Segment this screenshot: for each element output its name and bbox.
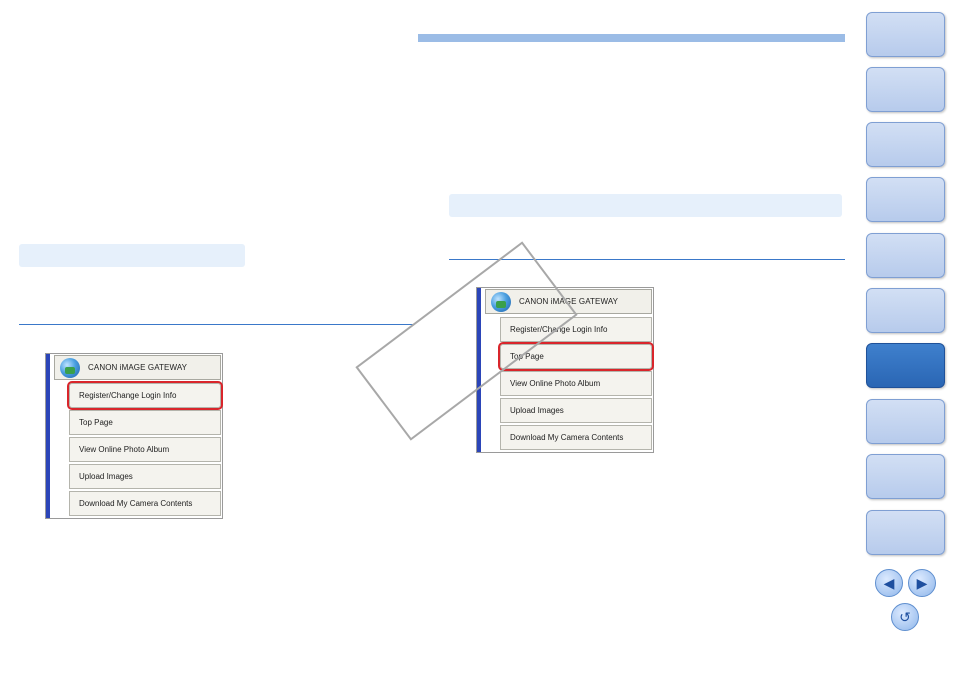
- panel-accent: [46, 354, 50, 518]
- prev-page-button[interactable]: ◀: [875, 569, 903, 597]
- right-arrow-icon: ▶: [916, 574, 928, 591]
- menu-item-upload[interactable]: Upload Images: [500, 398, 652, 423]
- menu-item-view-album[interactable]: View Online Photo Album: [69, 437, 221, 462]
- menu-header-label: CANON iMAGE GATEWAY: [88, 363, 188, 372]
- sidebar-button-2[interactable]: [866, 67, 945, 112]
- sidebar-button-3[interactable]: [866, 122, 945, 167]
- sidebar-button-9[interactable]: [866, 454, 945, 499]
- menu-item-download[interactable]: Download My Camera Contents: [69, 491, 221, 516]
- sidebar-button-4[interactable]: [866, 177, 945, 222]
- left-highlight-bar: [19, 244, 245, 267]
- right-highlight-bar: [449, 194, 842, 217]
- left-arrow-icon: ◀: [883, 574, 895, 591]
- next-page-button[interactable]: ▶: [908, 569, 936, 597]
- sidebar-button-10[interactable]: [866, 510, 945, 555]
- menu-header: CANON iMAGE GATEWAY: [54, 355, 221, 380]
- menu-item-upload[interactable]: Upload Images: [69, 464, 221, 489]
- menu-item-download[interactable]: Download My Camera Contents: [500, 425, 652, 450]
- return-button[interactable]: ↺: [891, 603, 919, 631]
- sidebar-button-1[interactable]: [866, 12, 945, 57]
- menu-item-register[interactable]: Register/Change Login Info: [67, 381, 223, 410]
- menu-item-top-page[interactable]: Top Page: [69, 410, 221, 435]
- menu-item-view-album[interactable]: View Online Photo Album: [500, 371, 652, 396]
- left-menu-screenshot: CANON iMAGE GATEWAY Register/Change Logi…: [45, 353, 223, 519]
- section-header-bar: [418, 34, 845, 42]
- sidebar-button-5[interactable]: [866, 233, 945, 278]
- gateway-logo-icon: [60, 357, 80, 378]
- sidebar-button-7[interactable]: [866, 343, 945, 388]
- left-divider: [19, 324, 413, 325]
- sidebar-button-6[interactable]: [866, 288, 945, 333]
- sidebar-button-8[interactable]: [866, 399, 945, 444]
- return-icon: ↺: [899, 608, 911, 625]
